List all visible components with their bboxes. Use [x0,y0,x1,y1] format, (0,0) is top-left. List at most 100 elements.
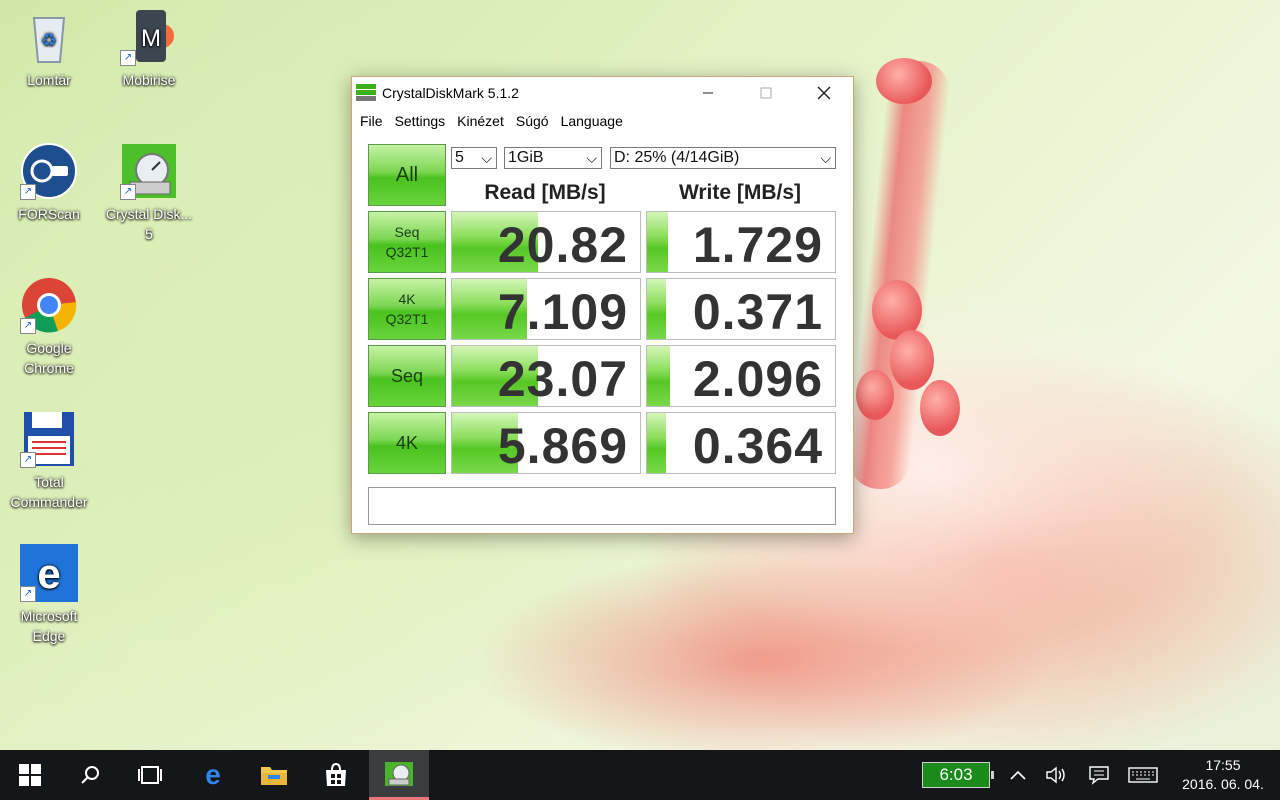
result-value: 23.07 [497,351,628,407]
all-button[interactable]: All [368,144,446,206]
battery-time-indicator[interactable]: 6:03 [922,762,994,788]
maximize-button[interactable] [737,77,795,109]
desktop-icon-microsoft-edge[interactable]: e ↗ Microsoft Edge [4,544,94,646]
clock-date: 2016. 06. 04. [1182,776,1264,792]
desktop-icon-total-commander[interactable]: ↗ Total Commander [4,410,94,512]
test-label-line2: Q32T1 [385,244,429,260]
desktop-icon-forscan[interactable]: ↗ FORScan [4,142,94,224]
crystaldiskmark-window: CrystalDiskMark 5.1.2 File Settings Kiné… [351,76,854,534]
test-label-line1: 4K [395,432,419,453]
maximize-icon [760,87,772,99]
store-icon [326,763,346,786]
svg-text:♻: ♻ [41,30,57,50]
svg-text:e: e [37,550,60,597]
test-size-value: 1GiB [508,149,544,166]
shortcut-arrow-icon: ↗ [120,184,136,200]
close-button[interactable] [795,77,853,109]
shortcut-arrow-icon: ↗ [120,50,136,66]
benchmark-panel: All 5 ⌵ 1GiB ⌵ D: 25% (4/14GiB) ⌵ Read [… [352,133,853,533]
result-bar [647,279,666,339]
test-button-seq[interactable]: Seq [368,345,446,407]
shortcut-arrow-icon: ↗ [20,184,36,200]
speaker-icon [1046,766,1065,784]
test-button-4k-q32t1[interactable]: 4K Q32T1 [368,278,446,340]
wallpaper-flower-stamen [856,370,894,420]
menu-kinezet[interactable]: Kinézet [451,113,510,129]
test-button-seq-q32t1[interactable]: Seq Q32T1 [368,211,446,273]
edge-icon: e ↗ [20,544,78,602]
desktop-icon-recycle-bin[interactable]: ♻ Lomtár [4,8,94,90]
test-size-select[interactable]: 1GiB ⌵ [504,147,602,169]
menu-language[interactable]: Language [555,113,629,129]
test-button-4k[interactable]: 4K [368,412,446,474]
wallpaper-flower-bud [876,58,932,104]
desktop-icon-label: Mobirise [122,72,176,88]
shortcut-arrow-icon: ↗ [20,452,36,468]
result-bar [647,212,668,272]
crystaldiskmark-app-icon [356,84,376,101]
taskbar-store[interactable] [306,750,366,800]
desktop-icon-label: 5 [145,226,153,242]
forscan-icon: ↗ [20,142,78,200]
write-result-4k-q32t1: 0.371 [646,278,836,340]
desktop-icon-mobirise[interactable]: M ↗ Mobirise [104,8,194,90]
menu-bar: File Settings Kinézet Súgó Language [352,109,853,133]
desktop-icon-google-chrome[interactable]: ↗ Google Chrome [4,276,94,378]
desktop-icon-crystaldiskmark[interactable]: ↗ Crystal Disk... 5 [104,142,194,244]
taskbar-file-explorer[interactable] [244,750,304,800]
keyboard-icon [1128,767,1158,783]
test-label-line1: Seq [390,365,424,386]
test-count-select[interactable]: 5 ⌵ [451,147,497,169]
show-hidden-icons-button[interactable] [1004,750,1032,800]
desktop-icon-label: Lomtár [27,72,71,88]
result-value: 5.869 [497,418,628,474]
result-bar [647,346,670,406]
write-header: Write [MB/s] [678,181,802,204]
recycle-bin-icon: ♻ [20,8,78,66]
read-header: Read [MB/s] [484,181,606,204]
result-value: 1.729 [692,217,823,273]
crystaldiskmark-icon [385,761,413,786]
read-result-seq: 23.07 [451,345,641,407]
chevron-down-icon: ⌵ [820,150,831,166]
taskbar-clock[interactable]: 17:55 2016. 06. 04. [1172,756,1274,794]
window-title: CrystalDiskMark 5.1.2 [382,85,519,101]
menu-sugo[interactable]: Súgó [510,113,555,129]
taskbar-edge[interactable]: e [183,750,243,800]
task-view-icon [138,766,162,784]
svg-text:M: M [141,25,161,52]
mobirise-icon: M ↗ [120,8,178,66]
taskbar-crystaldiskmark[interactable] [369,750,429,800]
write-result-seq: 2.096 [646,345,836,407]
test-label-line1: 4K [398,291,416,307]
wallpaper-flower-stamen [920,380,960,436]
drive-select[interactable]: D: 25% (4/14GiB) ⌵ [610,147,836,169]
action-center-button[interactable] [1082,750,1116,800]
svg-text:e: e [205,762,221,788]
volume-button[interactable] [1040,750,1074,800]
read-result-seq-q32t1: 20.82 [451,211,641,273]
chevron-down-icon: ⌵ [586,150,597,166]
desktop-icon-label: Google Chrome [24,340,74,376]
folder-icon [261,767,287,785]
result-value: 7.109 [497,284,628,340]
desktop-icon-label: FORScan [18,206,80,222]
clock-time: 17:55 [1205,757,1241,773]
minimize-button[interactable] [679,77,737,109]
start-button[interactable] [0,750,60,800]
shortcut-arrow-icon: ↗ [20,318,36,334]
task-view-button[interactable] [120,750,180,800]
title-bar[interactable]: CrystalDiskMark 5.1.2 [352,77,853,109]
chevron-down-icon: ⌵ [481,150,492,166]
desktop-icon-label: Microsoft Edge [20,608,78,644]
comment-input[interactable] [368,487,836,525]
search-button[interactable] [60,750,120,800]
touch-keyboard-button[interactable] [1124,750,1162,800]
menu-file[interactable]: File [354,113,389,129]
menu-settings[interactable]: Settings [389,113,452,129]
read-result-4k-q32t1: 7.109 [451,278,641,340]
desktop-icon-label: Crystal Disk... [105,206,193,222]
read-result-4k: 5.869 [451,412,641,474]
crystaldiskmark-icon: ↗ [120,142,178,200]
write-result-seq-q32t1: 1.729 [646,211,836,273]
